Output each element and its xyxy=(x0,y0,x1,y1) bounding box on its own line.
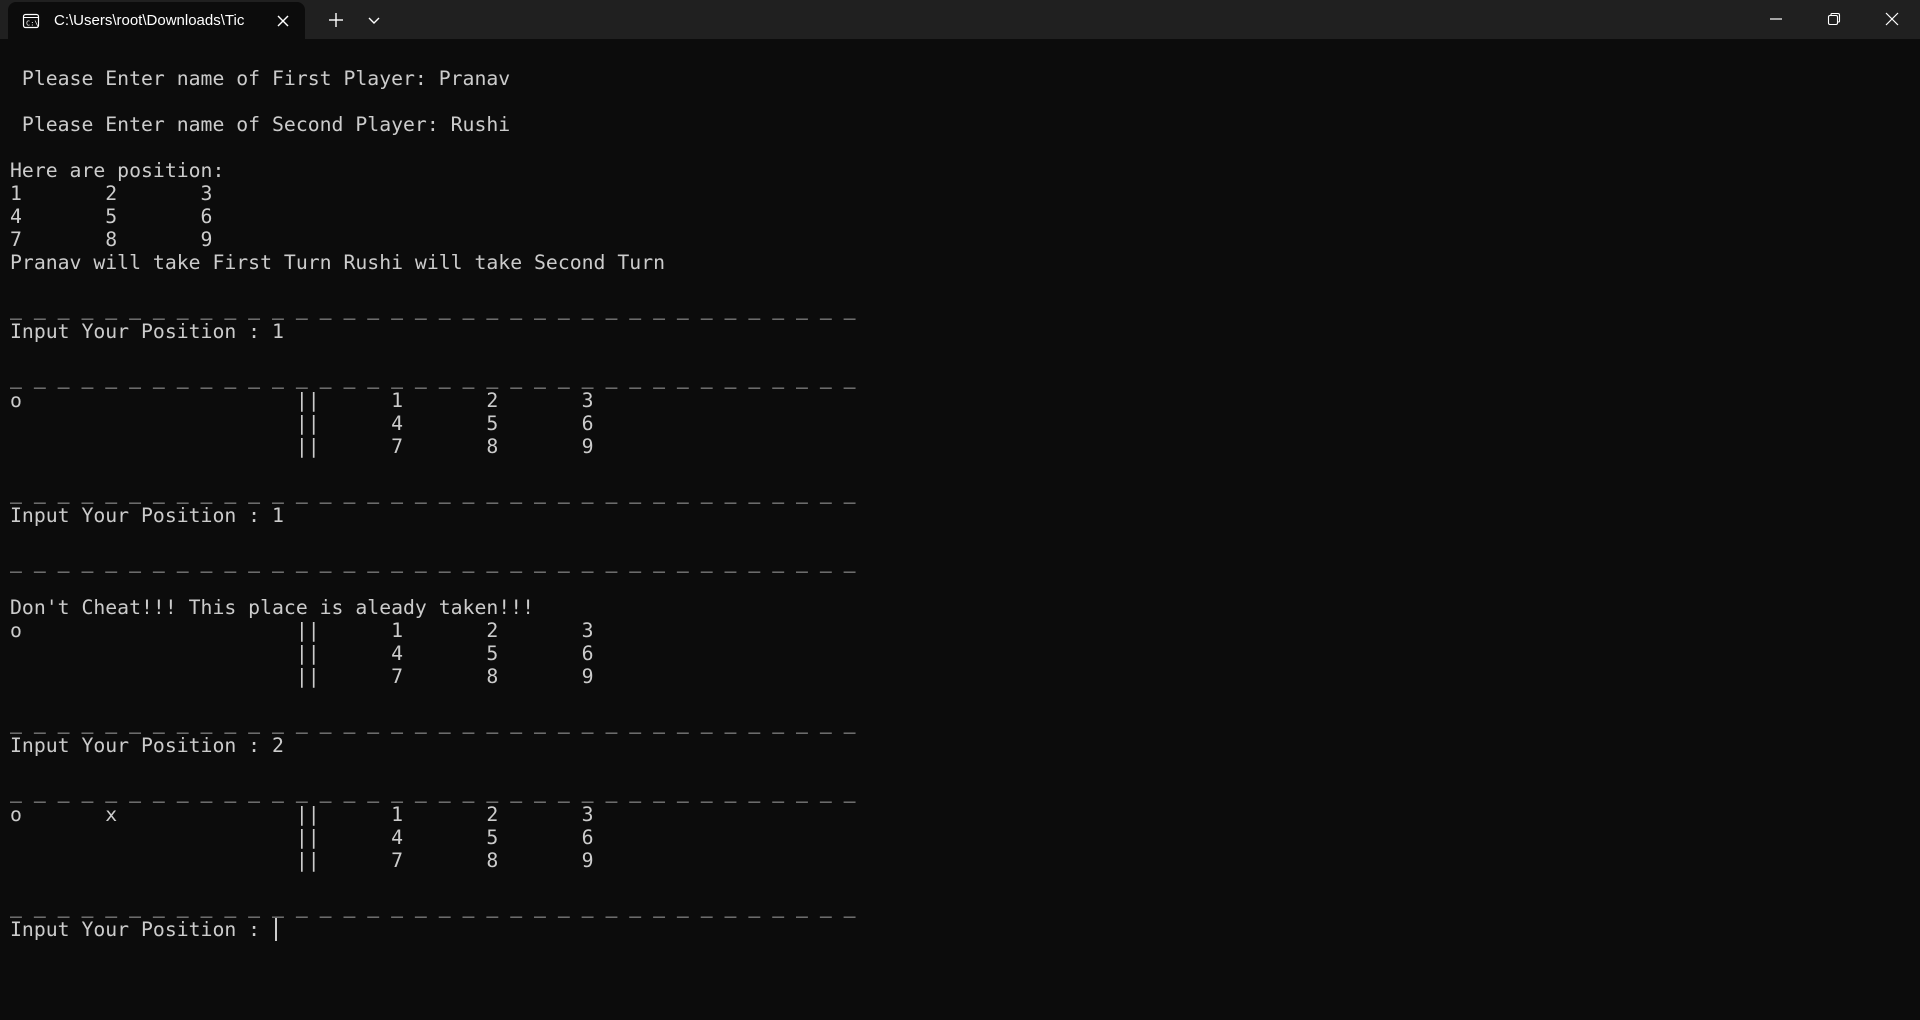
maximize-icon xyxy=(1827,12,1841,26)
terminal-line: _ _ _ _ _ _ _ _ _ _ _ _ _ _ _ _ _ _ _ _ … xyxy=(10,895,856,918)
text-cursor xyxy=(275,918,277,941)
close-icon xyxy=(1885,12,1899,26)
terminal-line: Please Enter name of First Player: Prana… xyxy=(10,67,511,90)
terminal-line: Input Your Position : xyxy=(10,918,273,941)
terminal-line: _ _ _ _ _ _ _ _ _ _ _ _ _ _ _ _ _ _ _ _ … xyxy=(10,711,856,734)
terminal-line: || 4 5 6 xyxy=(10,826,594,849)
close-window-button[interactable] xyxy=(1863,0,1920,39)
terminal-line: 4 5 6 xyxy=(10,205,213,228)
terminal-line: o x || 1 2 3 xyxy=(10,803,594,826)
terminal-line: Don't Cheat!!! This place is aleady take… xyxy=(10,596,535,619)
minimize-icon xyxy=(1770,18,1782,20)
terminal-line: _ _ _ _ _ _ _ _ _ _ _ _ _ _ _ _ _ _ _ _ … xyxy=(10,780,856,803)
terminal-line: Input Your Position : 1 xyxy=(10,504,284,527)
terminal-line: Here are position: xyxy=(10,159,225,182)
terminal-line: 7 8 9 xyxy=(10,228,213,251)
terminal-line: o || 1 2 3 xyxy=(10,619,594,642)
terminal-line: Input Your Position : 2 xyxy=(10,734,284,757)
minimize-button[interactable] xyxy=(1747,0,1805,39)
terminal-line: || 7 8 9 xyxy=(10,849,594,872)
terminal-line: || 4 5 6 xyxy=(10,642,594,665)
terminal-line: _ _ _ _ _ _ _ _ _ _ _ _ _ _ _ _ _ _ _ _ … xyxy=(10,481,856,504)
terminal-tab[interactable]: C:\ C:\Users\root\Downloads\Tic xyxy=(8,2,305,39)
terminal-line: _ _ _ _ _ _ _ _ _ _ _ _ _ _ _ _ _ _ _ _ … xyxy=(10,550,856,573)
terminal-line: || 7 8 9 xyxy=(10,665,594,688)
terminal-icon: C:\ xyxy=(22,12,40,30)
chevron-down-icon xyxy=(368,17,380,24)
terminal-line: Input Your Position : 1 xyxy=(10,320,284,343)
terminal-output[interactable]: Please Enter name of First Player: Prana… xyxy=(0,39,1920,1020)
tab-dropdown-button[interactable] xyxy=(362,6,386,34)
new-tab-button[interactable] xyxy=(322,6,350,34)
terminal-line: o || 1 2 3 xyxy=(10,389,594,412)
restore-button[interactable] xyxy=(1805,0,1863,39)
plus-icon xyxy=(329,13,343,27)
terminal-line: _ _ _ _ _ _ _ _ _ _ _ _ _ _ _ _ _ _ _ _ … xyxy=(10,366,856,389)
tab-title: C:\Users\root\Downloads\Tic xyxy=(54,12,245,29)
terminal-line: 1 2 3 xyxy=(10,182,213,205)
terminal-line: || 7 8 9 xyxy=(10,435,594,458)
close-tab-icon[interactable] xyxy=(274,12,292,30)
terminal-line: || 4 5 6 xyxy=(10,412,594,435)
title-bar: C:\ C:\Users\root\Downloads\Tic xyxy=(0,0,1920,39)
terminal-line: _ _ _ _ _ _ _ _ _ _ _ _ _ _ _ _ _ _ _ _ … xyxy=(10,297,856,320)
terminal-line: Pranav will take First Turn Rushi will t… xyxy=(10,251,666,274)
terminal-line: Please Enter name of Second Player: Rush… xyxy=(10,113,511,136)
svg-text:C:\: C:\ xyxy=(26,20,39,28)
